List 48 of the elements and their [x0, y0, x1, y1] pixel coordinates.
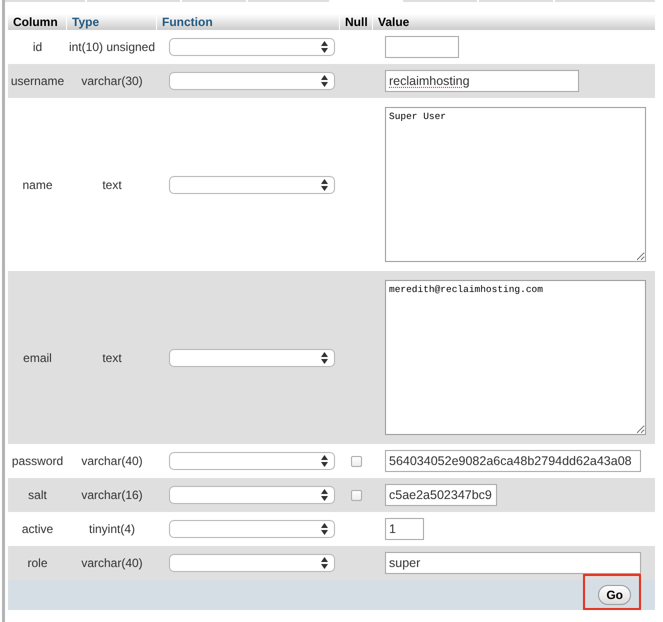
- null-checkbox[interactable]: [351, 456, 362, 466]
- updown-arrows-icon: [321, 41, 328, 53]
- value-input[interactable]: [385, 36, 459, 58]
- sort-link[interactable]: Type: [72, 15, 100, 29]
- function-select[interactable]: [169, 452, 335, 470]
- function-select[interactable]: [169, 554, 335, 572]
- value-textarea[interactable]: Super User: [385, 107, 646, 262]
- column-type: varchar(16): [81, 488, 143, 502]
- value-input[interactable]: 564034052e9082a6ca48b2794dd62a43a08: [385, 450, 641, 472]
- updown-arrows-icon: [321, 455, 328, 467]
- column-name: role: [27, 556, 48, 570]
- column-type: varchar(30): [81, 74, 143, 88]
- column-type: text: [102, 350, 122, 364]
- sort-link[interactable]: Function: [162, 15, 213, 29]
- column-name: name: [22, 178, 53, 192]
- updown-arrows-icon: [321, 489, 328, 501]
- updown-arrows-icon: [321, 352, 328, 364]
- value-input[interactable]: reclaimhosting: [385, 70, 579, 92]
- value-input[interactable]: 1: [385, 518, 424, 540]
- column-header: Value: [373, 14, 655, 30]
- function-select[interactable]: [169, 38, 335, 56]
- updown-arrows-icon: [321, 75, 328, 87]
- updown-arrows-icon: [321, 178, 328, 190]
- function-select[interactable]: [169, 348, 335, 366]
- updown-arrows-icon: [321, 557, 328, 569]
- column-name: salt: [28, 488, 47, 502]
- updown-arrows-icon: [321, 523, 328, 535]
- column-type: int(10) unsigned: [68, 40, 156, 54]
- function-select[interactable]: [169, 176, 335, 194]
- column-name: password: [12, 454, 64, 468]
- column-header: Column: [8, 14, 67, 30]
- column-name: username: [10, 74, 64, 88]
- column-type: varchar(40): [81, 556, 143, 570]
- value-textarea[interactable]: meredith@reclaimhosting.com: [385, 280, 646, 435]
- function-select[interactable]: [169, 520, 335, 538]
- function-select[interactable]: [169, 72, 335, 90]
- go-button[interactable]: Go: [598, 585, 631, 605]
- column-name: id: [32, 40, 42, 54]
- column-type: tinyint(4): [88, 522, 135, 536]
- column-name: email: [23, 350, 52, 364]
- column-type: varchar(40): [81, 454, 143, 468]
- value-input[interactable]: super: [385, 552, 641, 574]
- column-name: active: [22, 522, 54, 536]
- value-input[interactable]: c5ae2a502347bc9: [385, 484, 497, 506]
- function-select[interactable]: [169, 486, 335, 504]
- column-type: text: [102, 178, 122, 192]
- column-header: Null: [340, 14, 373, 30]
- null-checkbox[interactable]: [351, 490, 362, 500]
